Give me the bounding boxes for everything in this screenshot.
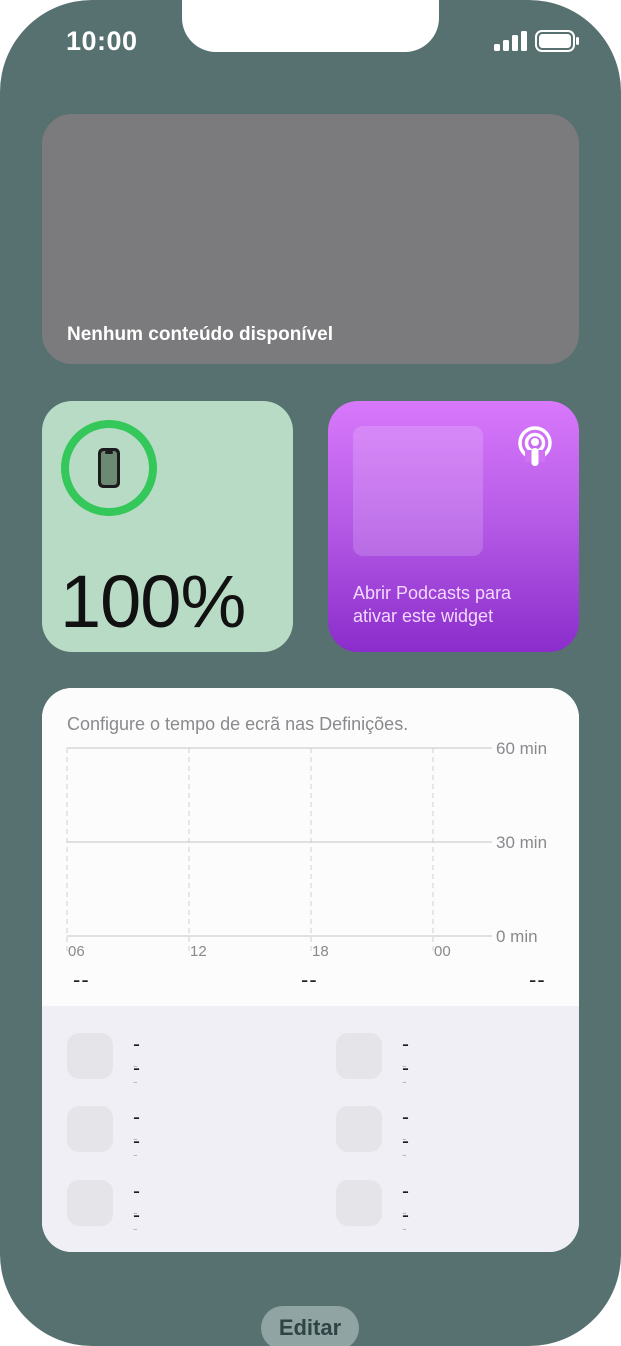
screen-time-apps-section <box>42 1006 579 1252</box>
app-icon-placeholder <box>336 1106 382 1152</box>
news-widget[interactable]: Nenhum conteúdo disponível <box>42 114 579 364</box>
podcast-artwork-placeholder <box>353 426 483 556</box>
app-icon-placeholder <box>336 1033 382 1079</box>
battery-ring <box>61 420 157 516</box>
y-label-30: 30 min <box>496 833 547 852</box>
podcasts-widget[interactable]: Abrir Podcasts para ativar este widget <box>328 401 579 652</box>
x-label-18: 18 <box>312 943 329 960</box>
notch <box>182 0 439 52</box>
app-time: -- <box>133 1057 138 1089</box>
app-icon-placeholder <box>67 1180 113 1226</box>
edit-button[interactable]: Editar <box>261 1306 359 1346</box>
battery-widget[interactable]: 100% <box>42 401 293 652</box>
y-label-60: 60 min <box>496 739 547 758</box>
screen-time-widget[interactable]: Configure o tempo de ecrã nas Definições… <box>42 688 579 1252</box>
summary-value-2: -- <box>301 967 318 992</box>
app-time: -- <box>402 1130 407 1162</box>
battery-icon <box>535 30 579 52</box>
podcasts-icon <box>518 426 552 466</box>
app-icon-placeholder <box>67 1106 113 1152</box>
news-empty-message: Nenhum conteúdo disponível <box>67 324 334 345</box>
app-time: -- <box>133 1130 138 1162</box>
x-label-06: 06 <box>68 943 85 960</box>
podcasts-message: Abrir Podcasts para ativar este widget <box>353 583 512 626</box>
x-label-00: 00 <box>434 943 451 960</box>
app-time: -- <box>133 1204 138 1236</box>
iphone-icon <box>98 448 120 488</box>
screen-time-chart: 60 min 30 min 0 min 06 12 18 00 <box>66 739 547 960</box>
y-label-0: 0 min <box>496 927 538 946</box>
summary-value-3: -- <box>529 967 546 992</box>
app-time: -- <box>402 1057 407 1089</box>
app-time: -- <box>402 1204 407 1236</box>
summary-value-1: -- <box>73 967 90 992</box>
home-screen: 10:00 Nenhum conteúdo disponível 100% Ab… <box>0 0 621 1346</box>
x-label-12: 12 <box>190 943 207 960</box>
status-time: 10:00 <box>66 26 138 56</box>
battery-percentage: 100% <box>60 560 246 643</box>
app-icon-placeholder <box>336 1180 382 1226</box>
app-icon-placeholder <box>67 1033 113 1079</box>
cellular-signal-icon <box>494 31 527 51</box>
